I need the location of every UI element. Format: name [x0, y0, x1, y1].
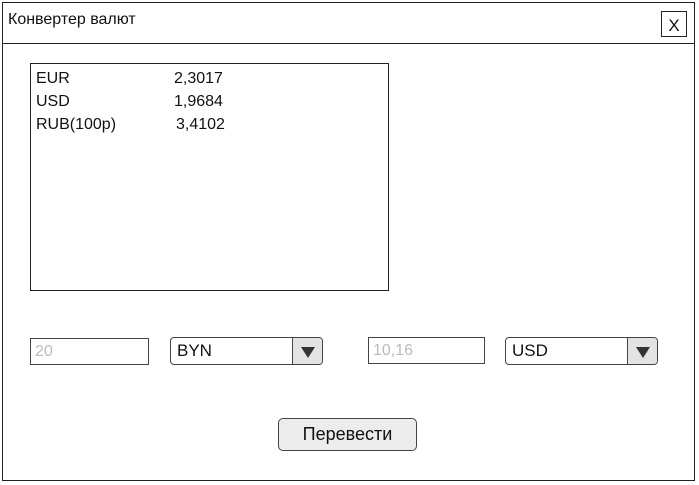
exchange-rates-list: EUR 2,3017 USD 1,9684 RUB(100р) 3,4102 — [30, 63, 389, 291]
title-bar: Конвертер валют X — [3, 3, 694, 44]
from-currency-select[interactable]: BYN — [170, 337, 323, 365]
rate-row-rub: RUB(100р) 3,4102 — [36, 116, 376, 138]
close-button[interactable]: X — [661, 11, 687, 37]
triangle-down-icon[interactable] — [292, 338, 322, 364]
from-currency-value: BYN — [177, 341, 212, 360]
window-title: Конвертер валют — [8, 11, 136, 28]
to-currency-select[interactable]: USD — [505, 337, 658, 365]
to-currency-value: USD — [512, 341, 548, 360]
rate-code: USD — [36, 93, 70, 110]
rate-value: 3,4102 — [176, 116, 225, 133]
triangle-down-icon[interactable] — [627, 338, 657, 364]
convert-button[interactable]: Перевести — [278, 418, 417, 451]
converter-window: Конвертер валют X EUR 2,3017 USD 1,9684 … — [2, 2, 695, 481]
rate-row-eur: EUR 2,3017 — [36, 70, 376, 92]
rate-code: EUR — [36, 70, 70, 87]
rate-row-usd: USD 1,9684 — [36, 93, 376, 115]
rate-code: RUB(100р) — [36, 116, 117, 133]
from-amount-input[interactable]: 20 — [30, 338, 149, 365]
rate-value: 2,3017 — [174, 70, 223, 87]
rate-value: 1,9684 — [174, 93, 223, 110]
to-amount-input[interactable]: 10,16 — [368, 337, 485, 364]
